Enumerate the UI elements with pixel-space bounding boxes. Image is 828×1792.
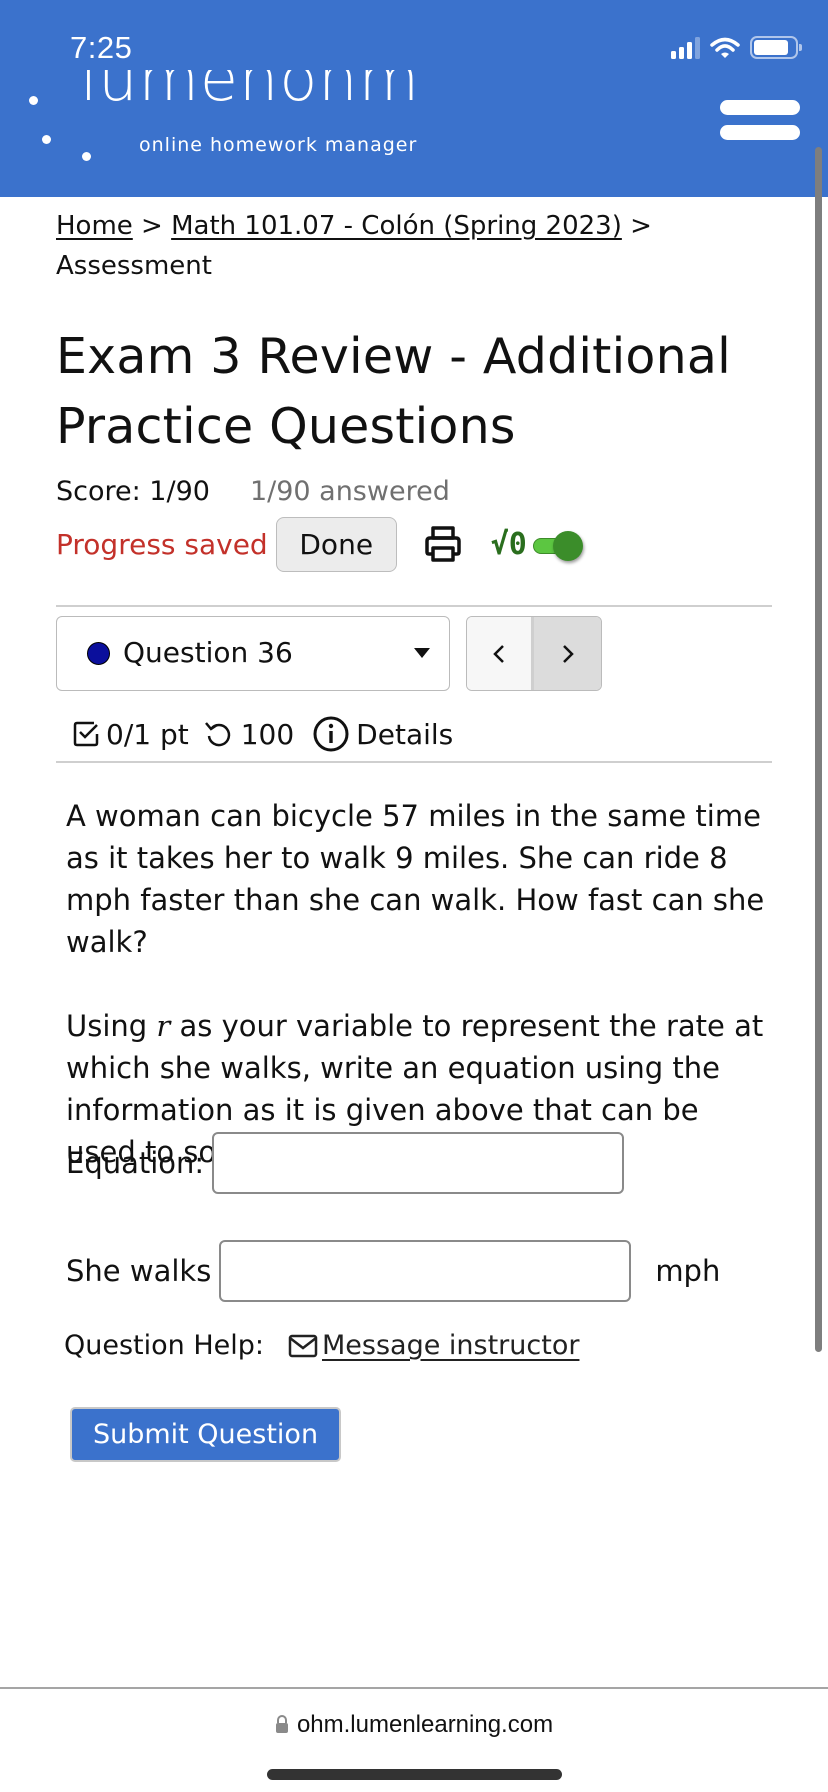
lumenohm-logo[interactable]: lumenohm online homework manager — [20, 70, 460, 170]
page-scrollbar[interactable] — [815, 147, 822, 1352]
submit-question-button[interactable]: Submit Question — [70, 1407, 341, 1462]
score-text: Score: 1/90 — [56, 476, 210, 507]
question-text: A woman can bicycle 57 miles in the same… — [66, 795, 776, 1173]
chevron-left-icon — [493, 644, 504, 663]
url-display[interactable]: ohm.lumenlearning.com — [0, 1711, 828, 1739]
question-select-dropdown[interactable]: Question 36 — [56, 616, 450, 691]
question-help-label: Question Help: — [64, 1330, 264, 1361]
lock-icon — [275, 1715, 288, 1733]
page-title: Exam 3 Review - Additional Practice Ques… — [56, 328, 731, 455]
status-time: 7:25 — [70, 30, 133, 65]
points-info: 0/1 pt — [72, 718, 189, 751]
question-status-dot — [87, 642, 110, 665]
math-entry-toggle[interactable]: √0 — [491, 527, 585, 562]
walks-label: She walks — [66, 1254, 212, 1288]
breadcrumb-separator: > — [141, 211, 163, 241]
url-text: ohm.lumenlearning.com — [296, 1711, 554, 1738]
main-content: Home > Math 101.07 - Colón (Spring 2023)… — [56, 200, 776, 573]
equation-row: Equation: — [66, 1132, 625, 1194]
math-variable: r — [156, 1009, 171, 1043]
browser-address-bar: ohm.lumenlearning.com — [0, 1687, 828, 1792]
app-header: 7:25 lumenohm online homework manager — [0, 0, 828, 197]
dropdown-caret-icon — [414, 648, 430, 658]
divider — [56, 605, 772, 607]
details-text: Details — [356, 717, 454, 751]
home-indicator[interactable] — [267, 1769, 562, 1780]
done-button[interactable]: Done — [275, 516, 397, 572]
question-meta: 0/1 pt 100 Details — [72, 710, 453, 758]
breadcrumb-course[interactable]: Math 101.07 - Colón (Spring 2023) — [171, 211, 622, 241]
retries-info: 100 — [203, 718, 294, 751]
chevron-right-icon — [562, 644, 574, 663]
retry-icon — [204, 722, 230, 747]
score-row: Score: 1/90 1/90 answered — [56, 476, 776, 507]
checkbox-checked-icon — [73, 721, 99, 747]
mail-icon — [288, 1334, 318, 1357]
signal-icon — [671, 36, 700, 59]
breadcrumb-home[interactable]: Home — [56, 211, 133, 241]
previous-question-button[interactable] — [467, 617, 534, 690]
walk-rate-row: She walks mph — [66, 1240, 720, 1302]
progress-saved-status: Progress saved — [56, 527, 268, 561]
next-question-button[interactable] — [534, 617, 601, 690]
answered-count: 1/90 answered — [249, 476, 450, 507]
question-select-label: Question 36 — [123, 636, 293, 669]
breadcrumb: Home > Math 101.07 - Colón (Spring 2023)… — [56, 206, 776, 286]
toggle-switch[interactable] — [529, 531, 585, 561]
message-instructor-link[interactable]: Message instructor — [322, 1330, 579, 1361]
equation-input[interactable] — [212, 1132, 625, 1194]
info-icon — [313, 716, 349, 752]
points-text: 0/1 pt — [106, 717, 189, 751]
hamburger-menu-button[interactable] — [720, 100, 800, 144]
details-button[interactable]: Details — [312, 715, 453, 753]
divider — [56, 761, 772, 763]
battery-icon — [750, 36, 802, 59]
retries-text: 100 — [240, 717, 295, 751]
breadcrumb-separator: > — [630, 211, 652, 241]
sqrt-icon: √0 — [490, 526, 527, 562]
logo-subtitle: online homework manager — [139, 134, 418, 156]
breadcrumb-current: Assessment — [56, 251, 212, 281]
progress-row: Progress saved Done √0 — [56, 515, 776, 573]
status-icons — [671, 36, 802, 59]
unit-label: mph — [655, 1254, 721, 1288]
wifi-icon — [710, 37, 740, 58]
question-nav-buttons — [466, 616, 602, 691]
walk-rate-input[interactable] — [219, 1240, 632, 1302]
question-paragraph: A woman can bicycle 57 miles in the same… — [66, 799, 765, 959]
logo-wordmark: lumenohm — [80, 70, 420, 110]
equation-label: Equation: — [66, 1146, 205, 1180]
printer-icon[interactable] — [423, 524, 463, 564]
question-help: Question Help: Message instructor — [64, 1330, 579, 1361]
